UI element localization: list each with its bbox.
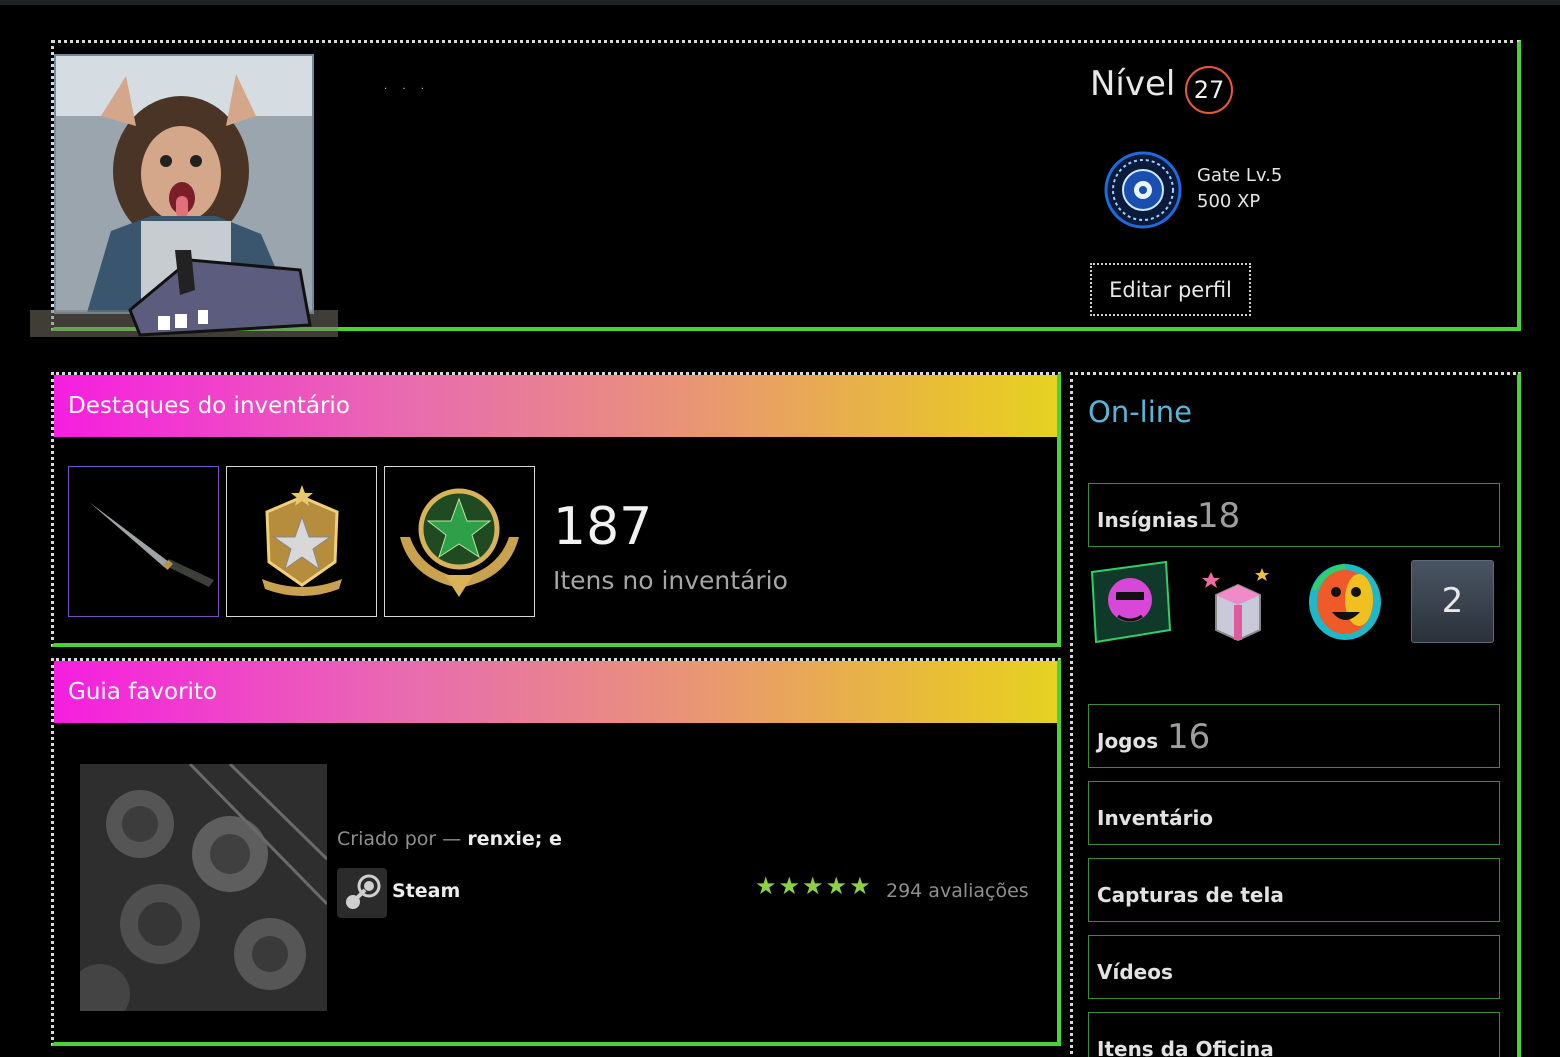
- guide-rating-stars: ★★★★★: [755, 872, 873, 900]
- inventory-count: 187: [553, 497, 653, 557]
- sidebar-item-badges[interactable]: Insígnias 18: [1088, 483, 1500, 547]
- screenshots-link-label: Capturas de tela: [1097, 883, 1284, 907]
- games-label: Jogos: [1097, 729, 1159, 753]
- inventory-item-knife[interactable]: [68, 466, 219, 617]
- level-label: Nível: [1090, 64, 1176, 104]
- guide-created-by: Criado por —: [337, 828, 462, 850]
- favorite-guide-title: Guia favorito: [68, 679, 218, 705]
- games-count: 16: [1167, 717, 1211, 757]
- workshop-link-label: Itens da Oficina: [1097, 1037, 1274, 1057]
- inventory-showcase-title: Destaques do inventário: [68, 393, 350, 419]
- inventory-item-medal-star-shield[interactable]: [226, 466, 377, 617]
- profile-name: · · ·: [384, 84, 430, 95]
- inventory-link-label: Inventário: [1097, 806, 1214, 830]
- sidebar-item-games[interactable]: Jogos 16: [1088, 704, 1500, 768]
- sidebar-item-workshop-items[interactable]: Itens da Oficina: [1088, 1012, 1500, 1057]
- guide-author-line: Criado por — renxie; e: [337, 828, 562, 850]
- videos-link-label: Vídeos: [1097, 960, 1173, 984]
- window-top-bar: [0, 0, 1560, 5]
- roses-image: [80, 764, 327, 1011]
- sidebar-item-screenshots[interactable]: Capturas de tela: [1088, 858, 1500, 922]
- avatar-frame-house-icon: [30, 250, 338, 337]
- badge-neon-face-icon[interactable]: [1088, 560, 1171, 643]
- xp-badge-title: Gate Lv.5: [1197, 165, 1283, 186]
- sidebar-item-inventory[interactable]: Inventário: [1088, 781, 1500, 845]
- sidebar-item-videos[interactable]: Vídeos: [1088, 935, 1500, 999]
- badges-count: 18: [1197, 496, 1241, 536]
- steam-icon: [346, 874, 381, 909]
- favorite-guide-header: Guia favorito: [54, 661, 1057, 723]
- xp-badge-amount: 500 XP: [1197, 191, 1261, 212]
- gate-badge-icon[interactable]: [1103, 150, 1183, 230]
- inventory-count-label: Itens no inventário: [553, 566, 788, 595]
- badges-more-button[interactable]: 2: [1411, 560, 1494, 643]
- edit-profile-button[interactable]: Editar perfil: [1090, 263, 1251, 316]
- steam-logo-icon[interactable]: [337, 868, 387, 918]
- inventory-item-medal-green-star[interactable]: [384, 466, 535, 617]
- guide-author-link[interactable]: renxie; e: [467, 828, 562, 850]
- online-status: On-line: [1088, 395, 1193, 429]
- star-shield-medal-icon: [262, 485, 342, 596]
- badges-label: Insígnias: [1097, 508, 1199, 532]
- badge-colorful-mask-icon[interactable]: [1304, 560, 1387, 643]
- level-badge[interactable]: 27: [1185, 66, 1233, 114]
- inventory-showcase-header: Destaques do inventário: [54, 375, 1057, 437]
- knife-icon: [89, 502, 214, 587]
- guide-review-count: 294 avaliações: [886, 880, 1029, 902]
- green-star-medal-icon: [400, 488, 519, 597]
- guide-thumbnail[interactable]: [80, 764, 327, 1011]
- guide-app-name[interactable]: Steam: [392, 880, 460, 902]
- badge-gift-box-icon[interactable]: [1196, 560, 1279, 643]
